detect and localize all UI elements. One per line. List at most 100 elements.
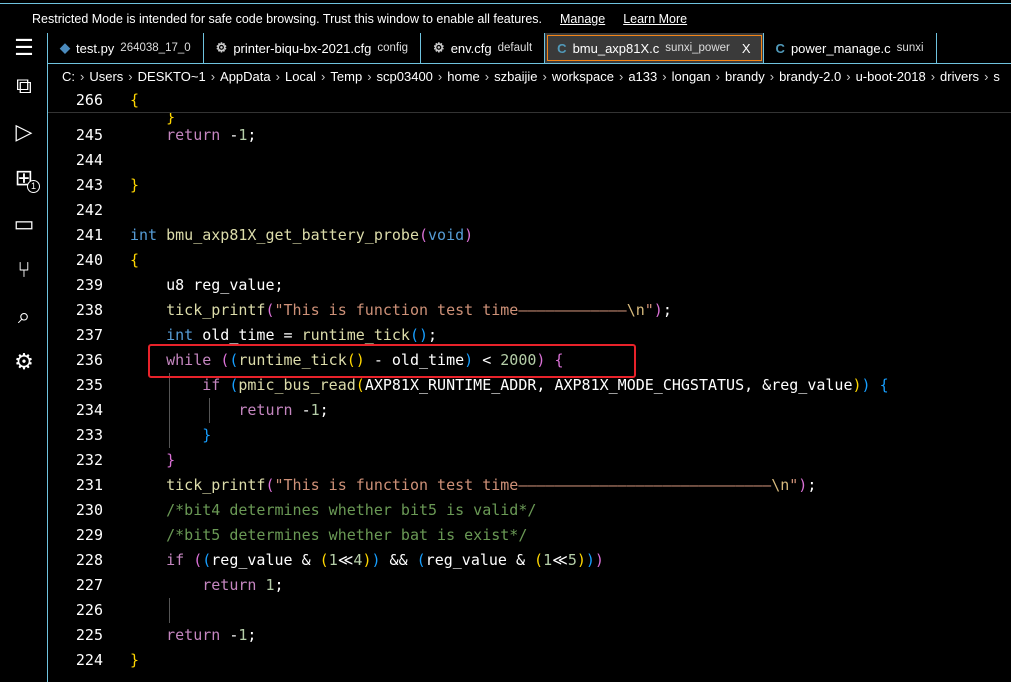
line-number: 227 (75, 576, 103, 594)
tab-bmu-axp81x-c[interactable]: Cbmu_axp81X.c sunxi_power X (545, 33, 764, 63)
breadcrumb-item[interactable]: s (993, 69, 1000, 84)
code-token: "This is function test time———————————— (274, 301, 627, 319)
code-token: ) (576, 551, 586, 569)
learn-more-link[interactable]: Learn More (623, 12, 687, 26)
breadcrumb-item[interactable]: home (447, 69, 480, 84)
close-icon[interactable]: X (742, 41, 751, 56)
line-number: 224 (75, 651, 103, 669)
tab-description: config (377, 42, 409, 54)
line-number: 242 (75, 201, 103, 219)
breadcrumb-item[interactable]: szbaijie (494, 69, 537, 84)
line-number: 228 (75, 551, 103, 569)
code-token: ( (202, 551, 212, 569)
code-line: 242 (48, 198, 1011, 223)
code-line: 233 } (48, 423, 1011, 448)
tools-button[interactable]: ⚙ (0, 339, 48, 385)
line-number: 243 (75, 176, 103, 194)
code-token: " (789, 476, 799, 494)
manage-link[interactable]: Manage (560, 12, 605, 26)
code-token: ) (371, 551, 381, 569)
search-icon: ⌕ (17, 303, 31, 328)
chevron-right-icon: › (618, 68, 624, 84)
breadcrumb-item[interactable]: scp03400 (377, 69, 433, 84)
code-editor[interactable]: 266{245 return -1; 244 243} 242 241 int bmu_a… (48, 88, 1011, 682)
code-token: } (130, 651, 140, 669)
menu-button[interactable]: ☰ (0, 33, 48, 63)
run-debug-button[interactable]: ▷ (0, 109, 48, 155)
line-number: 244 (75, 151, 103, 169)
code-token: tick_printf (166, 476, 266, 494)
code-token: () (409, 326, 429, 344)
breadcrumb-item[interactable]: longan (672, 69, 711, 84)
explorer-button[interactable]: ⧉ (0, 63, 48, 109)
line-code: tick_printf("This is function test time—… (130, 473, 816, 498)
code-token: 1 (328, 551, 338, 569)
python-icon: ◆ (60, 40, 70, 55)
tab-env-cfg[interactable]: ⚙ env.cfg default (421, 33, 546, 63)
code-token: ≪ (337, 551, 354, 569)
code-token: ( (416, 551, 426, 569)
code-line: 240 { (48, 248, 1011, 273)
code-token: ; (247, 626, 257, 644)
extensions-button[interactable]: ⊞ 1 (0, 155, 48, 201)
indent-guide (209, 398, 210, 423)
breadcrumb-item[interactable]: brandy (725, 69, 765, 84)
breadcrumb-item[interactable]: Temp (330, 69, 362, 84)
line-number: 266 (75, 91, 103, 109)
line-code: return -1; (130, 623, 256, 648)
code-token: ( (355, 376, 365, 394)
tab-label: bmu_axp81X.c (572, 40, 660, 56)
breadcrumb-item[interactable]: Users (89, 69, 123, 84)
breadcrumb-item[interactable]: DESKTO~1 (138, 69, 206, 84)
banner-text: Restricted Mode is intended for safe cod… (32, 11, 542, 26)
code-token: return (166, 626, 221, 644)
breadcrumb-item[interactable]: C: (62, 69, 75, 84)
code-token: } (202, 426, 212, 444)
line-number: 236 (75, 351, 103, 369)
code-line: 234 return -1; (48, 398, 1011, 423)
breadcrumb-item[interactable]: Local (285, 69, 316, 84)
line-number: 231 (75, 476, 103, 494)
line-number: 226 (75, 601, 103, 619)
search-button[interactable]: ⌕ (0, 293, 48, 339)
chevron-right-icon: › (275, 68, 280, 84)
tab-test-py[interactable]: ◆ test.py 264038_17_0 (48, 33, 204, 63)
chevron-right-icon: › (930, 68, 936, 84)
code-token: bmu_axp81X_get_battery_probe (166, 226, 419, 244)
code-token: /*bit4 determines whether bit5 is valid*… (166, 501, 537, 519)
code-token: && (380, 551, 417, 569)
tab-power-manage-c[interactable]: Cpower_manage.c sunxi (764, 33, 937, 63)
breadcrumb-item[interactable]: a133 (628, 69, 657, 84)
code-token: 1 (265, 576, 275, 594)
code-token: ( (265, 301, 275, 319)
code-token: /*bit5 determines whether bat is exist*/ (166, 526, 528, 544)
source-control-icon: ⑂ (17, 257, 31, 282)
editor-tabs: ◆ test.py 264038_17_0 ⚙ printer-biqu-bx-2021… (48, 33, 1011, 63)
code-token: ) (798, 476, 808, 494)
breadcrumb-item[interactable]: drivers (940, 69, 979, 84)
restricted-mode-banner: Restricted Mode is intended for safe cod… (0, 3, 1011, 33)
breadcrumb-item[interactable]: AppData (220, 69, 271, 84)
code-token: ) (852, 376, 862, 394)
code-token: 1 (543, 551, 553, 569)
line-number: 233 (75, 426, 103, 444)
remote-explorer-button[interactable]: ▭ (0, 201, 48, 247)
code-token: \n (771, 476, 790, 494)
code-token: reg_value & (425, 551, 535, 569)
breadcrumb-item[interactable]: u-boot-2018 (856, 69, 926, 84)
line-code: { (130, 248, 139, 273)
code-token: } (166, 451, 176, 469)
tab-printer-biqu-bx-2021-cfg[interactable]: ⚙ printer-biqu-bx-2021.cfg config (204, 33, 422, 63)
breadcrumb-item[interactable]: workspace (552, 69, 614, 84)
code-token: pmic_bus_read (238, 376, 356, 394)
indent-guide (169, 598, 170, 623)
menu-icon: ☰ (14, 35, 34, 60)
source-control-button[interactable]: ⑂ (0, 247, 48, 293)
breadcrumb-item[interactable]: brandy-2.0 (779, 69, 841, 84)
